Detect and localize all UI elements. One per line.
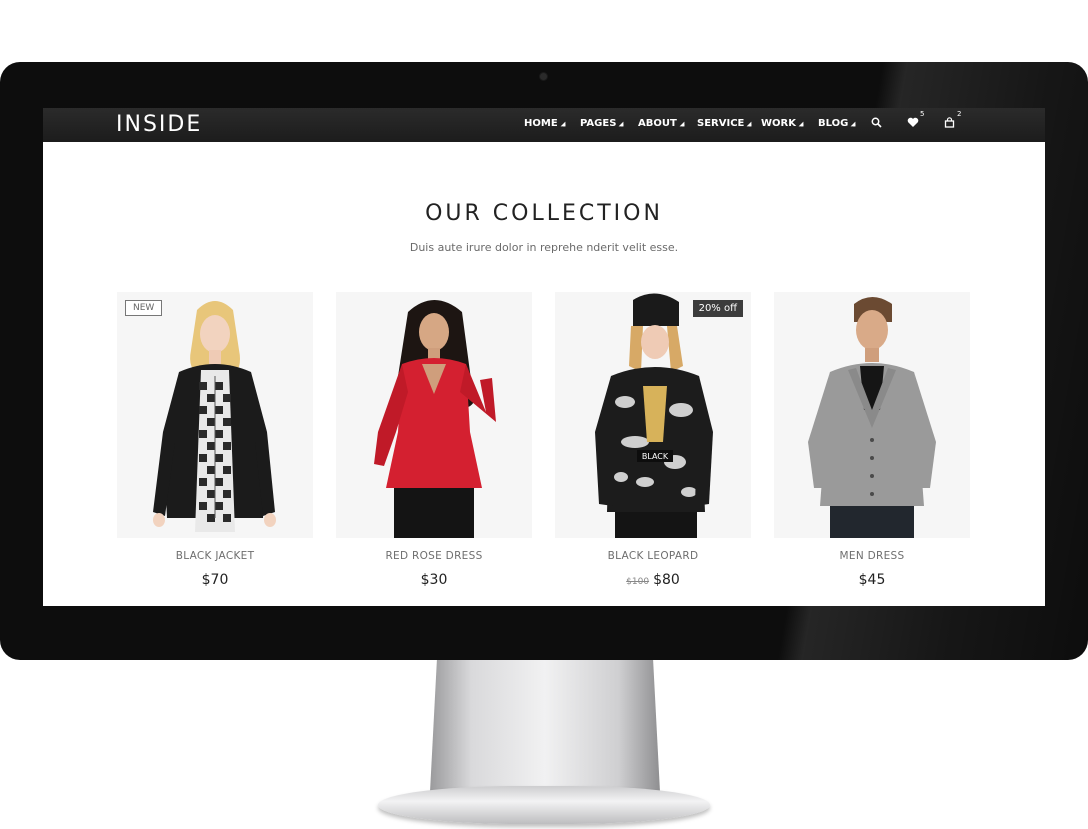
section-title: OUR COLLECTION xyxy=(425,201,663,226)
caret-icon xyxy=(850,121,856,127)
webcam xyxy=(540,73,547,80)
product-price-value: $30 xyxy=(420,572,448,588)
svg-text:BLACK: BLACK xyxy=(642,452,669,461)
nav-item-about[interactable]: ABOUT xyxy=(638,118,685,129)
cart-count-badge: 2 xyxy=(957,110,962,118)
product-name[interactable]: MEN DRESS xyxy=(774,550,970,562)
nav-item-blog[interactable]: BLOG xyxy=(818,118,856,129)
caret-icon xyxy=(746,121,752,127)
caret-icon xyxy=(560,121,566,127)
caret-icon xyxy=(798,121,804,127)
product-price-value: $45 xyxy=(858,572,886,588)
cart-bag-icon[interactable] xyxy=(944,117,955,128)
caret-icon xyxy=(679,121,685,127)
wishlist-count-badge: 5 xyxy=(920,110,925,118)
nav-item-home[interactable]: HOME xyxy=(524,118,566,129)
product-name[interactable]: BLACK JACKET xyxy=(117,550,313,562)
product-price: $70 xyxy=(117,572,313,588)
website-screen: INSIDE HOME PAGES ABOUT SERVICE WORK BLO… xyxy=(43,108,1045,606)
nav-item-service[interactable]: SERVICE xyxy=(697,118,752,129)
monitor-stand-neck xyxy=(430,660,660,792)
product-price-value: $80 xyxy=(653,572,680,588)
nav-item-pages[interactable]: PAGES xyxy=(580,118,624,129)
brand-logo[interactable]: INSIDE xyxy=(116,112,202,137)
search-icon[interactable] xyxy=(871,117,882,128)
product-name[interactable]: BLACK LEOPARD xyxy=(555,550,751,562)
navbar: INSIDE HOME PAGES ABOUT SERVICE WORK BLO… xyxy=(43,108,1045,142)
caret-icon xyxy=(619,121,624,127)
nav-item-work[interactable]: WORK xyxy=(761,118,804,129)
discount-tag-badge: 20% off xyxy=(692,300,743,317)
product-price: $45 xyxy=(774,572,970,588)
product-name[interactable]: RED ROSE DRESS xyxy=(336,550,532,562)
product-image-men-dress[interactable] xyxy=(774,292,970,538)
wishlist-heart-icon[interactable] xyxy=(907,117,919,128)
monitor-stand-base xyxy=(378,786,710,824)
nav-item-label: ABOUT xyxy=(638,118,677,129)
product-price-value: $70 xyxy=(201,572,229,588)
nav-item-label: SERVICE xyxy=(697,118,745,129)
product-image-black-jacket[interactable]: NEW xyxy=(117,292,313,538)
nav-item-label: HOME xyxy=(524,118,558,129)
old-price: $100 xyxy=(626,577,650,587)
new-tag-badge: NEW xyxy=(125,300,163,316)
section-subtitle: Duis aute irure dolor in reprehe nderit … xyxy=(409,241,679,254)
product-image-black-leopard[interactable]: BLACK 20% off xyxy=(555,292,751,538)
product-price: $100 $80 xyxy=(555,572,751,588)
nav-item-label: PAGES xyxy=(580,118,617,129)
nav-item-label: BLOG xyxy=(818,118,849,129)
nav-item-label: WORK xyxy=(761,118,796,129)
product-price: $30 xyxy=(336,572,532,588)
product-image-red-rose-dress[interactable] xyxy=(336,292,532,538)
